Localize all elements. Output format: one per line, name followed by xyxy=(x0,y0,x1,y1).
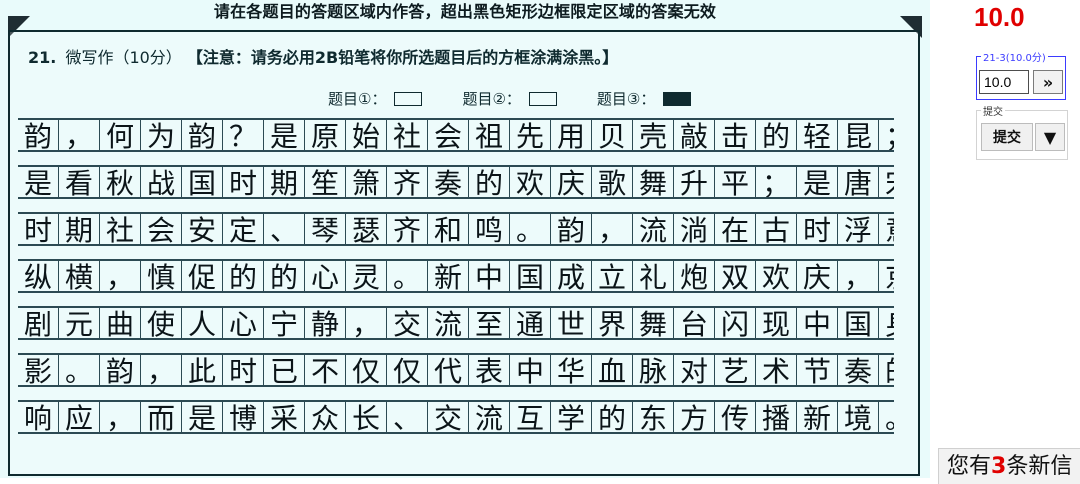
handwriting-line: 纵横，慎促的的心灵。新中国成立礼炮双欢庆，京 xyxy=(18,259,894,293)
answer-sheet: 请在各题目的答题区域内作答，超出黑色矩形边框限定区域的答案无效 21. 微写作（… xyxy=(0,0,931,478)
handwriting-lines: 韵，何为韵？是原始社会祖先用贝壳敲击的轻昆； 是看秋战国时期笙箫齐奏的欢庆歌舞升… xyxy=(18,118,894,447)
topic-3-checkbox xyxy=(663,91,692,106)
double-chevron-right-icon: » xyxy=(1042,72,1054,92)
question-note: 【注意：请务必用2B铅笔将你所选题目后的方框涂满涂黑。】 xyxy=(186,48,619,67)
handwriting-line-text: 影。韵，此时已不仅仅代表中华血脉对艺术节奏的 xyxy=(24,355,894,387)
handwriting-line-text: 时期社会安定、琴瑟齐和鸣。韵，流淌在古时浮意 xyxy=(24,214,894,246)
question-number: 21. xyxy=(28,48,57,67)
question-title: 21. 微写作（10分） 【注意：请务必用2B铅笔将你所选题目后的方框涂满涂黑。… xyxy=(28,44,618,68)
handwriting-line-text: 韵，何为韵？是原始社会祖先用贝壳敲击的轻昆； xyxy=(24,120,894,152)
top-banner: 请在各题目的答题区域内作答，超出黑色矩形边框限定区域的答案无效 xyxy=(213,2,717,21)
handwriting-line-text: 剧元曲使人心宁静，交流至通世界舞台闪现中国身 xyxy=(24,308,894,340)
handwriting-line-text: 纵横，慎促的的心灵。新中国成立礼炮双欢庆，京 xyxy=(24,261,894,293)
handwriting-line: 韵，何为韵？是原始社会祖先用贝壳敲击的轻昆； xyxy=(18,118,894,152)
handwriting-line: 时期社会安定、琴瑟齐和鸣。韵，流淌在古时浮意 xyxy=(18,212,894,246)
topic-1-checkbox xyxy=(394,91,423,106)
triangle-down-icon: ▼ xyxy=(1043,127,1057,147)
question-title-text: 微写作（10分） xyxy=(65,48,182,67)
handwriting-line-text: 是看秋战国时期笙箫齐奏的欢庆歌舞升平；是唐宋 xyxy=(24,167,894,199)
submit-legend: 提交 xyxy=(981,103,1005,118)
answer-area-box: 21. 微写作（10分） 【注意：请务必用2B铅笔将你所选题目后的方框涂满涂黑。… xyxy=(8,30,920,476)
topic-1-label: 题目①： xyxy=(328,90,387,108)
score-entry-box: 21-3(10.0分) » xyxy=(976,49,1066,100)
handwriting-line: 影。韵，此时已不仅仅代表中华血脉对艺术节奏的 xyxy=(18,353,894,387)
topic-selection: 题目①： 题目②： 题目③： xyxy=(328,88,692,109)
submit-button[interactable]: 提交 xyxy=(981,123,1033,151)
submit-box: 提交 提交 ▼ xyxy=(976,103,1068,160)
topic-1: 题目①： xyxy=(328,88,423,109)
handwriting-line-text: 响应，而是博采众长、交流互学的东方传播新境。 xyxy=(24,402,894,434)
handwriting-line: 是看秋战国时期笙箫齐奏的欢庆歌舞升平；是唐宋 xyxy=(18,165,894,199)
notification-prefix: 您有 xyxy=(947,454,992,479)
topic-2-label: 题目②： xyxy=(462,90,521,108)
current-score: 10.0 xyxy=(974,2,1025,32)
topic-2-checkbox xyxy=(528,91,557,106)
notification-count: 3 xyxy=(991,454,1007,479)
topic-3-label: 题目③： xyxy=(596,90,656,108)
notification-suffix: 条新信 xyxy=(1006,454,1073,479)
topic-3: 题目③： xyxy=(596,88,692,109)
new-message-notification[interactable]: 您有3条新信 xyxy=(938,448,1080,484)
score-entry-legend: 21-3(10.0分) xyxy=(981,49,1048,64)
next-question-button[interactable]: » xyxy=(1033,70,1063,94)
topic-2: 题目②： xyxy=(462,88,557,109)
submit-dropdown-button[interactable]: ▼ xyxy=(1035,123,1065,151)
handwriting-line: 响应，而是博采众长、交流互学的东方传播新境。 xyxy=(18,400,894,434)
grading-panel: 10.0 21-3(10.0分) » 提交 提交 ▼ xyxy=(930,0,1080,478)
handwriting-line: 剧元曲使人心宁静，交流至通世界舞台闪现中国身 xyxy=(18,306,894,340)
score-input[interactable] xyxy=(979,70,1029,94)
